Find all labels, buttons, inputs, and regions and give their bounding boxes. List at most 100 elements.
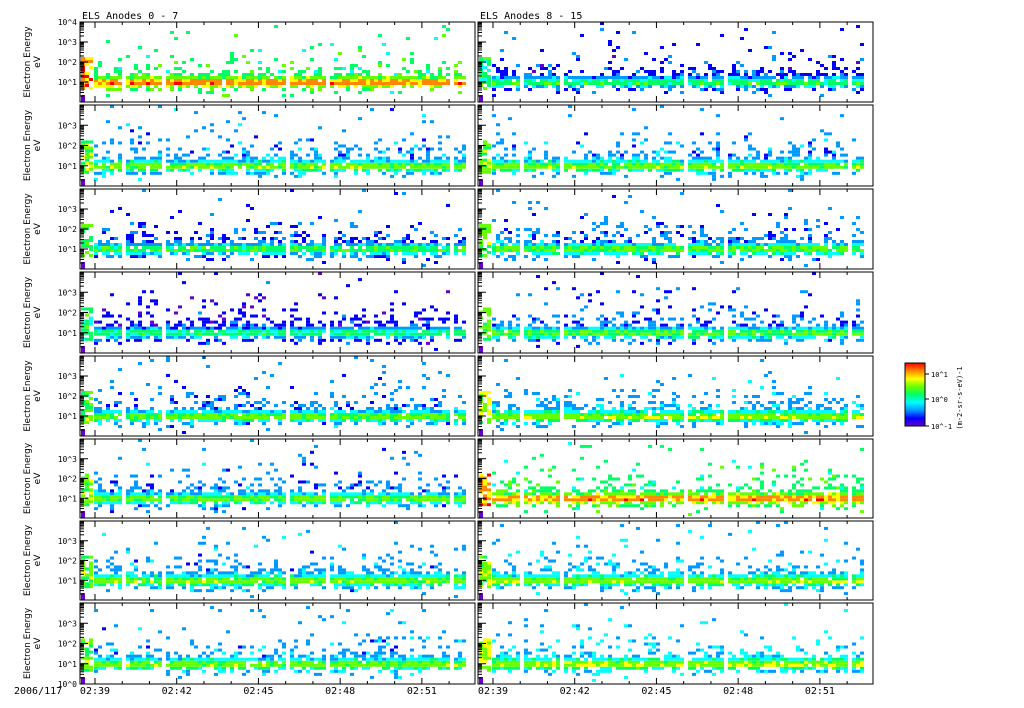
spectrogram-cell bbox=[302, 335, 306, 339]
y-tick-label: 10^1 bbox=[58, 245, 77, 254]
spectrogram-cell bbox=[844, 159, 848, 163]
spectrogram-cell bbox=[350, 237, 354, 240]
spectrogram-cell bbox=[166, 159, 170, 163]
spectrogram-cell bbox=[736, 73, 740, 76]
spectrogram-cell bbox=[342, 255, 346, 258]
spectrogram-cell bbox=[218, 162, 222, 166]
spectrogram-cell bbox=[306, 323, 310, 327]
spectrogram-cell bbox=[366, 335, 370, 339]
spectrogram-cell bbox=[664, 234, 668, 237]
spectrogram-cell bbox=[584, 159, 588, 163]
spectrogram-cell bbox=[446, 237, 450, 240]
spectrogram-cell bbox=[366, 338, 370, 342]
spectrogram-cell bbox=[608, 82, 612, 85]
spectrogram-cell bbox=[556, 82, 560, 85]
spectrogram-cell bbox=[740, 37, 744, 40]
spectrogram-cell bbox=[588, 329, 592, 333]
spectrogram-cell bbox=[210, 237, 214, 240]
spectrogram-cell bbox=[732, 314, 736, 318]
spectrogram-cell bbox=[632, 108, 636, 112]
spectrogram-cell bbox=[600, 162, 604, 166]
spectrogram-cell bbox=[314, 162, 318, 166]
spectrogram-cell bbox=[532, 231, 536, 234]
spectrogram-cell bbox=[772, 320, 776, 324]
spectrogram-cell bbox=[322, 323, 326, 327]
spectrogram-cell bbox=[504, 243, 508, 246]
spectrogram-cell bbox=[330, 249, 334, 252]
spectrogram-cell bbox=[282, 82, 286, 85]
spectrogram-cell bbox=[106, 79, 110, 82]
spectrogram-cell bbox=[430, 162, 434, 166]
spectrogram-cell bbox=[358, 76, 362, 79]
spectrogram-cell bbox=[764, 76, 768, 79]
spectrogram-cell bbox=[138, 296, 142, 300]
spectrogram-cell bbox=[458, 162, 462, 166]
spectrogram-cell bbox=[154, 225, 158, 228]
spectrogram-cell bbox=[504, 31, 508, 34]
spectrogram-cell bbox=[712, 341, 716, 345]
spectrogram-cell bbox=[487, 164, 491, 168]
spectrogram-cell bbox=[382, 159, 386, 163]
spectrogram-cell bbox=[704, 243, 708, 246]
spectrogram-cell bbox=[544, 332, 548, 336]
spectrogram-cell bbox=[740, 85, 744, 88]
spectrogram-cell bbox=[856, 67, 860, 70]
spectrogram-cell bbox=[158, 64, 162, 67]
spectrogram-cell bbox=[262, 88, 266, 91]
spectrogram-cell bbox=[402, 165, 406, 169]
spectrogram-cell bbox=[282, 249, 286, 252]
spectrogram-cell bbox=[668, 341, 672, 345]
spectrogram-cell bbox=[483, 149, 487, 153]
spectrogram-cell bbox=[483, 307, 487, 311]
spectrogram-cell bbox=[406, 243, 410, 246]
spectrogram-cell bbox=[700, 249, 704, 252]
spectrogram-cell bbox=[126, 55, 130, 58]
spectrogram-cell bbox=[764, 335, 768, 339]
spectrogram-cell bbox=[290, 323, 294, 327]
spectrogram-cell bbox=[290, 314, 294, 318]
spectrogram-cell bbox=[294, 335, 298, 339]
spectrogram-cell bbox=[516, 243, 520, 246]
spectrogram-cell bbox=[816, 249, 820, 252]
spectrogram-cell bbox=[744, 88, 748, 91]
spectrogram-cell bbox=[254, 159, 258, 163]
spectrogram-cell bbox=[422, 332, 426, 336]
spectrogram-cell bbox=[134, 335, 138, 339]
spectrogram-cell bbox=[170, 73, 174, 76]
spectrogram-cell bbox=[860, 58, 864, 61]
spectrogram-cell bbox=[492, 323, 496, 327]
spectrogram-cell bbox=[536, 228, 540, 231]
spectrogram-cell bbox=[358, 91, 362, 94]
spectrogram-cell bbox=[668, 240, 672, 243]
spectrogram-cell bbox=[398, 249, 402, 252]
spectrogram-cell bbox=[370, 79, 374, 82]
spectrogram-cell bbox=[824, 147, 828, 151]
spectrogram-cell bbox=[812, 258, 816, 261]
spectrogram-cell bbox=[600, 82, 604, 85]
spectrogram-cell bbox=[130, 240, 134, 243]
spectrogram-cell bbox=[190, 323, 194, 327]
spectrogram-cell bbox=[680, 246, 684, 249]
spectrogram-cell bbox=[346, 240, 350, 243]
spectrogram-cell bbox=[246, 85, 250, 88]
y-tick-label: 10^2 bbox=[58, 225, 77, 234]
spectrogram-cell bbox=[266, 79, 270, 82]
spectrogram-cell bbox=[528, 329, 532, 333]
spectrogram-cell bbox=[496, 338, 500, 342]
spectrogram-cell bbox=[290, 246, 294, 249]
spectrogram-cell bbox=[178, 82, 182, 85]
spectrogram-cell bbox=[656, 168, 660, 172]
spectrogram-cell bbox=[580, 246, 584, 249]
spectrogram-cell bbox=[226, 162, 230, 166]
spectrogram-cell bbox=[740, 311, 744, 315]
spectrogram-cell bbox=[186, 162, 190, 166]
spectrogram-cell bbox=[728, 76, 732, 79]
spectrogram-cell bbox=[142, 156, 146, 160]
spectrogram-cell bbox=[94, 341, 98, 345]
spectrogram-cell bbox=[350, 317, 354, 321]
spectrogram-cell bbox=[354, 243, 358, 246]
spectrogram-cell bbox=[130, 320, 134, 324]
spectrogram-cell bbox=[206, 85, 210, 88]
spectrogram-cell bbox=[258, 293, 262, 297]
spectrogram-cell bbox=[150, 171, 154, 175]
